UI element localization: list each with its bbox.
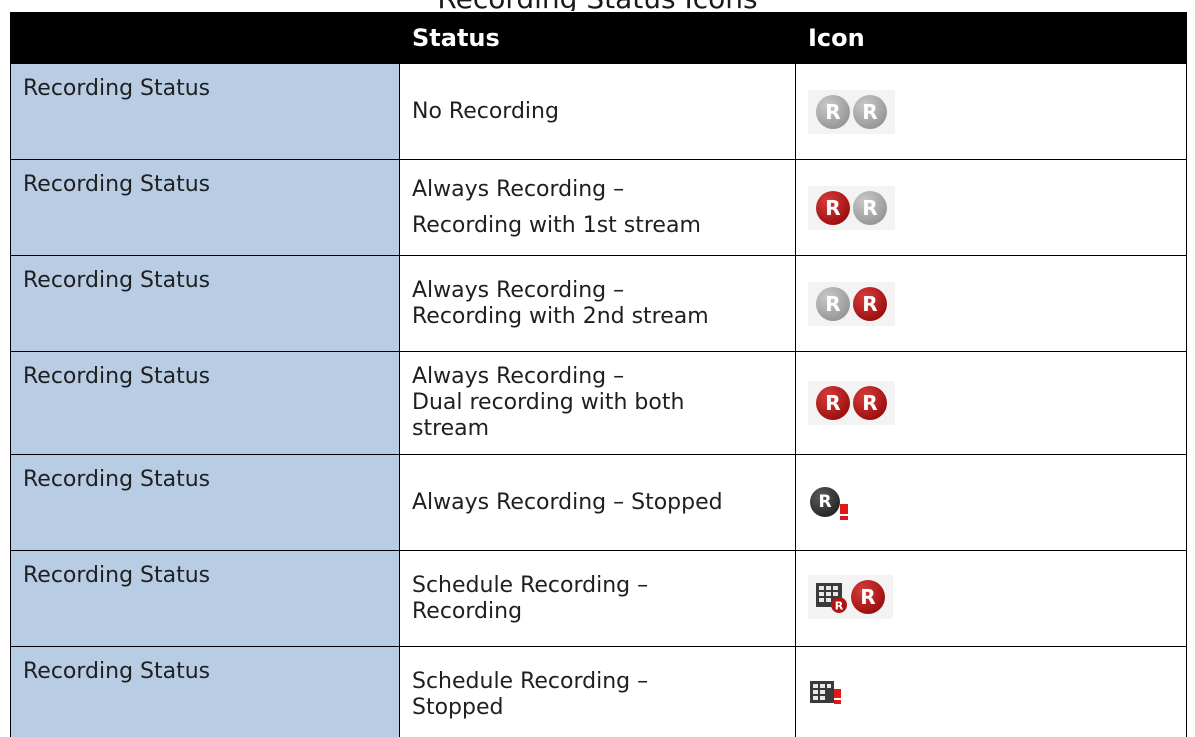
row-icon-cell: R <box>795 454 1187 551</box>
icon-group: R R <box>808 381 895 425</box>
record-grey-icon: R <box>816 286 850 321</box>
row-icon-cell <box>795 646 1187 737</box>
table-row: Recording Status Always Recording – Reco… <box>10 159 1187 256</box>
record-red-icon: R <box>853 286 887 321</box>
row-status: Schedule Recording – Recording <box>399 550 796 647</box>
icon-group: R R <box>808 89 895 134</box>
status-line: Always Recording – <box>412 277 625 303</box>
table-header-row: Status Icon <box>10 12 1187 64</box>
record-stopped-alert-icon: R <box>810 486 850 520</box>
row-status: Always Recording – Stopped <box>399 454 796 551</box>
row-category: Recording Status <box>10 454 400 551</box>
record-red-icon: R <box>853 386 887 420</box>
row-icon-cell: R R <box>795 550 1187 647</box>
status-line: Recording with 2nd stream <box>412 303 709 329</box>
schedule-recording-icon: R <box>816 581 848 613</box>
record-grey-icon: R <box>816 94 850 129</box>
row-category: Recording Status <box>10 63 400 160</box>
record-red-icon: R <box>816 386 850 420</box>
header-icon: Icon <box>795 12 1187 64</box>
status-line: Stopped <box>412 694 504 720</box>
row-status: Schedule Recording – Stopped <box>399 646 796 737</box>
status-line: Schedule Recording – <box>412 572 649 598</box>
row-status: Always Recording – Recording with 1st st… <box>399 159 796 256</box>
row-icon-cell: R R <box>795 351 1187 455</box>
status-line: Recording <box>412 598 523 624</box>
table-row: Recording Status Always Recording – Stop… <box>10 454 1187 551</box>
row-status: No Recording <box>399 63 796 160</box>
header-status: Status <box>399 12 796 64</box>
status-line: Always Recording – <box>412 364 625 389</box>
table-row: Recording Status No Recording R R <box>10 63 1187 160</box>
header-empty <box>10 12 400 64</box>
row-category: Recording Status <box>10 646 400 737</box>
schedule-stopped-alert-icon <box>810 677 842 709</box>
table-row: Recording Status Schedule Recording – Re… <box>10 550 1187 647</box>
recording-status-table: Status Icon Recording Status No Recordin… <box>10 12 1187 737</box>
status-line: Always Recording – Stopped <box>412 489 723 515</box>
table-row: Recording Status Always Recording – Reco… <box>10 255 1187 352</box>
row-icon-cell: R R <box>795 255 1187 352</box>
row-icon-cell: R R <box>795 63 1187 160</box>
alert-icon <box>840 503 848 520</box>
row-category: Recording Status <box>10 550 400 647</box>
status-line: Schedule Recording – <box>412 668 649 694</box>
svg-text:R: R <box>835 600 844 613</box>
page: Recording Status Icons Status Icon Recor… <box>0 0 1195 737</box>
icon-group <box>808 672 844 714</box>
record-dark-icon: R <box>810 487 840 517</box>
status-line: Always Recording – <box>412 176 625 202</box>
record-grey-icon: R <box>853 190 887 225</box>
icon-group: R R <box>808 185 895 230</box>
record-grey-icon: R <box>853 94 887 129</box>
table-row: Recording Status Always Recording – Dual… <box>10 351 1187 455</box>
status-line: stream <box>412 416 490 441</box>
row-icon-cell: R R <box>795 159 1187 256</box>
page-title: Recording Status Icons <box>0 0 1195 11</box>
status-line: Dual recording with both <box>412 390 685 415</box>
row-status: Always Recording – Dual recording with b… <box>399 351 796 455</box>
row-status: Always Recording – Recording with 2nd st… <box>399 255 796 352</box>
status-line: No Recording <box>412 98 559 124</box>
record-red-icon: R <box>851 580 885 614</box>
table-row: Recording Status Schedule Recording – St… <box>10 646 1187 737</box>
icon-group: R <box>808 481 852 525</box>
row-category: Recording Status <box>10 255 400 352</box>
status-line: Recording with 1st stream <box>412 212 701 238</box>
icon-group: R R <box>808 281 895 326</box>
icon-group: R R <box>808 575 893 619</box>
row-category: Recording Status <box>10 351 400 455</box>
row-category: Recording Status <box>10 159 400 256</box>
record-red-icon: R <box>816 190 850 225</box>
